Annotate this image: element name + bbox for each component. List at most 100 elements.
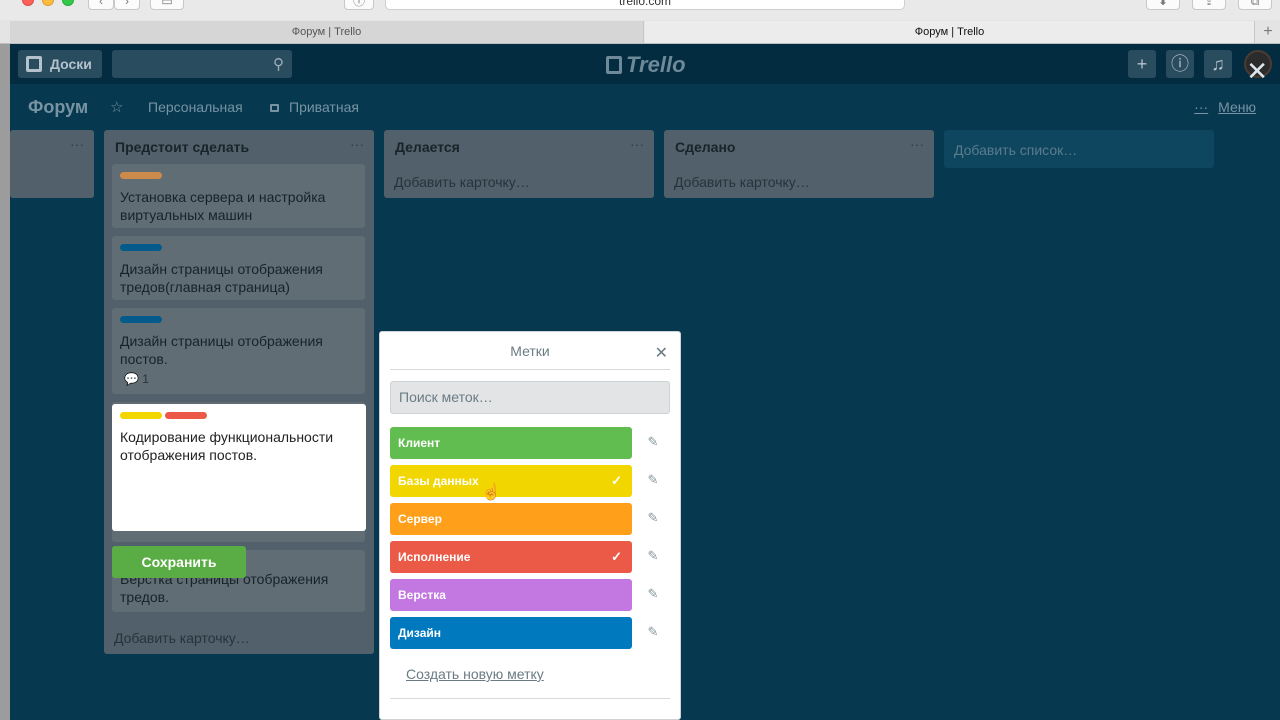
pencil-icon[interactable]: ✎ <box>646 548 660 566</box>
card-editor[interactable]: Кодирование функциональности отображения… <box>112 404 366 531</box>
browser-toolbar: ‹ › ▭ ⓘ trello.com ⬇ ⇪ ⧉ <box>0 0 1280 20</box>
card-comments-badge: 💬 1 <box>124 372 149 386</box>
boards-button[interactable]: Доски <box>18 50 102 78</box>
add-list-button[interactable]: Добавить список… <box>944 130 1214 168</box>
board-header: Форум ☆ Персональная Приватная ··· Меню <box>10 84 1280 130</box>
list-partial: ··· <box>10 130 94 198</box>
info-icon[interactable]: ⓘ <box>1166 50 1194 78</box>
tabs-overview-button[interactable]: ⧉ <box>1238 0 1272 10</box>
card-label <box>120 316 162 323</box>
share-button[interactable]: ⇪ <box>1192 0 1226 10</box>
plus-icon[interactable]: + <box>1128 50 1156 78</box>
label-option-server[interactable]: Сервер <box>390 503 632 535</box>
bell-icon[interactable]: ♫ <box>1204 50 1232 78</box>
label-option-design[interactable]: Дизайн <box>390 617 632 649</box>
label-option-client[interactable]: Клиент <box>390 427 632 459</box>
create-label-link[interactable]: Создать новую метку <box>406 666 544 682</box>
comment-icon: 💬 <box>124 372 139 386</box>
list-doing: Делается ··· Добавить карточку… <box>384 130 654 198</box>
boards-label: Доски <box>50 56 92 72</box>
label-option-databases[interactable]: Базы данных ✓ <box>390 465 632 497</box>
label-name: Клиент <box>398 436 441 450</box>
browser-chrome: ‹ › ▭ ⓘ trello.com ⬇ ⇪ ⧉ Форум | Trello … <box>0 0 1280 44</box>
browser-tab-1[interactable]: Форум | Trello <box>10 21 644 43</box>
divider <box>390 698 670 699</box>
lock-icon <box>270 104 279 112</box>
card[interactable]: Установка сервера и настройка виртуальны… <box>112 164 365 228</box>
browser-tab-2[interactable]: Форум | Trello <box>645 21 1255 43</box>
pencil-icon[interactable]: ✎ <box>646 472 660 490</box>
label-name: Сервер <box>398 512 442 526</box>
board-team[interactable]: Персональная <box>148 99 243 115</box>
add-card-link[interactable]: Добавить карточку… <box>674 174 810 190</box>
url-text: trello.com <box>618 0 671 8</box>
label-option-markup[interactable]: Верстка <box>390 579 632 611</box>
card[interactable]: Дизайн страницы отображения тредов(главн… <box>112 236 365 300</box>
card-label <box>120 244 162 251</box>
trello-logo-text: Trello <box>626 52 686 77</box>
downloads-button[interactable]: ⬇ <box>1146 0 1180 10</box>
header-search-input[interactable]: ⚲ <box>112 50 292 78</box>
board-menu-link[interactable]: ··· Меню <box>1194 99 1256 115</box>
label-name: Верстка <box>398 588 446 602</box>
card[interactable]: Дизайн страницы отображения постов. 💬 1 <box>112 308 365 394</box>
card-label <box>120 172 162 179</box>
privacy-report-button[interactable]: ⓘ <box>344 0 374 10</box>
list-title[interactable]: Делается <box>395 139 460 155</box>
sidebar-toggle-button[interactable]: ▭ <box>150 0 184 10</box>
card-label <box>165 412 207 419</box>
star-icon[interactable]: ☆ <box>110 98 123 116</box>
card-title-textarea[interactable]: Кодирование функциональности отображения… <box>120 428 355 464</box>
card-title: Дизайн страницы отображения постов. <box>120 333 323 367</box>
new-tab-button[interactable]: + <box>1256 21 1280 43</box>
list-menu-icon[interactable]: ··· <box>910 136 924 152</box>
card-title: Дизайн страницы отображения тредов(главн… <box>120 261 323 295</box>
add-list-label: Добавить список… <box>954 142 1078 158</box>
save-button[interactable]: Сохранить <box>112 546 246 578</box>
check-icon: ✓ <box>611 549 622 564</box>
window-edge <box>0 44 10 720</box>
pencil-icon[interactable]: ✎ <box>646 434 660 452</box>
add-card-link[interactable]: Добавить карточку… <box>394 174 530 190</box>
tab-bar: Форум | Trello Форум | Trello + <box>0 21 1280 43</box>
search-icon: ⚲ <box>273 56 284 73</box>
trello-header: Доски ⚲ Trello + ⓘ ♫ <box>10 44 1280 84</box>
list-menu-icon[interactable]: ··· <box>630 136 644 152</box>
label-name: Дизайн <box>398 626 442 640</box>
list-title[interactable]: Сделано <box>675 139 735 155</box>
labels-popover: Метки ✕ Поиск меток… Клиент ✎ Базы данны… <box>379 331 681 720</box>
window-zoom-button[interactable] <box>62 0 74 6</box>
pencil-icon[interactable]: ✎ <box>646 510 660 528</box>
list-done: Сделано ··· Добавить карточку… <box>664 130 934 198</box>
close-icon[interactable]: ✕ <box>1246 56 1268 87</box>
card-label <box>120 412 162 419</box>
list-menu-icon[interactable]: ··· <box>350 136 364 152</box>
close-icon[interactable]: ✕ <box>655 343 668 363</box>
board-title[interactable]: Форум <box>28 97 88 118</box>
board-visibility-label: Приватная <box>289 99 359 115</box>
window-minimize-button[interactable] <box>42 0 54 6</box>
trello-logo-icon <box>606 56 622 74</box>
card-title: Установка сервера и настройка виртуальны… <box>120 189 326 223</box>
more-icon: ··· <box>1194 99 1209 115</box>
add-card-link[interactable]: Добавить карточку… <box>114 630 250 646</box>
popover-title: Метки <box>510 343 550 359</box>
list-title[interactable]: Предстоит сделать <box>115 139 249 155</box>
list-menu-icon[interactable]: ··· <box>70 136 84 152</box>
forward-button[interactable]: › <box>114 0 140 10</box>
address-bar[interactable]: trello.com <box>385 0 905 10</box>
pencil-icon[interactable]: ✎ <box>646 624 660 642</box>
check-icon: ✓ <box>611 473 622 488</box>
pencil-icon[interactable]: ✎ <box>646 586 660 604</box>
divider <box>390 369 670 370</box>
label-name: Исполнение <box>398 550 471 564</box>
board-menu-label: Меню <box>1218 99 1256 115</box>
boards-icon <box>26 56 42 72</box>
back-button[interactable]: ‹ <box>88 0 114 10</box>
label-search-input[interactable]: Поиск меток… <box>390 381 670 414</box>
label-option-execution[interactable]: Исполнение ✓ <box>390 541 632 573</box>
board-visibility[interactable]: Приватная <box>270 99 359 115</box>
comment-count: 1 <box>142 372 149 386</box>
window-close-button[interactable] <box>22 0 34 6</box>
trello-logo[interactable]: Trello <box>606 52 686 78</box>
